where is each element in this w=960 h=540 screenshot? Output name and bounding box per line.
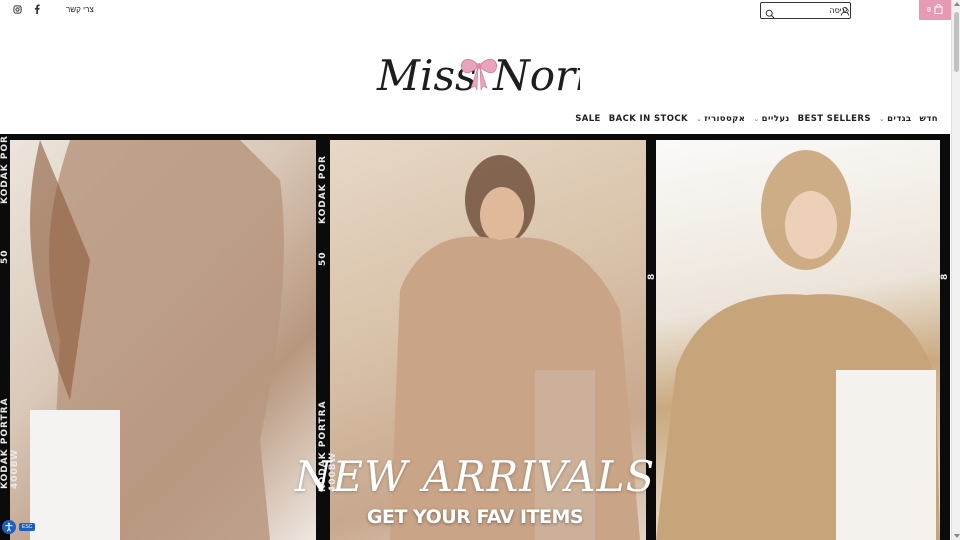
cart-count: 0 [927, 6, 931, 14]
nav-label: BEST SELLERS [797, 114, 871, 124]
cart-button[interactable]: 0 [919, 0, 951, 20]
film-edge-label: 50 [0, 249, 10, 264]
accessibility-icon[interactable] [2, 520, 16, 534]
logo-text-left: Miss [376, 51, 477, 100]
page-scrollbar[interactable] [951, 0, 960, 540]
film-edge-label: KODAK POR [318, 155, 328, 224]
film-edge-label: 50 [318, 251, 328, 266]
top-bar: צרי קשר 0 [0, 0, 951, 22]
instagram-icon[interactable] [12, 4, 22, 14]
search-input[interactable] [777, 4, 849, 17]
accessibility-widget[interactable]: ESC [2, 520, 36, 534]
scroll-up-arrow-icon[interactable] [954, 2, 960, 6]
nav-item-clothing[interactable]: ⌄ בגדים [879, 114, 912, 124]
nav-label: בגדים [887, 114, 912, 124]
nav-item-best-sellers[interactable]: BEST SELLERS [798, 114, 871, 124]
hero-title: NEW ARRIVALS [294, 452, 656, 501]
chevron-down-icon: ⌄ [753, 115, 760, 123]
nav-item-shoes[interactable]: ⌄ נעליים [753, 114, 789, 124]
facebook-icon[interactable] [32, 4, 42, 14]
social-links [12, 4, 42, 14]
nav-label: BACK IN STOCK [608, 114, 688, 124]
nav-label: חדש [919, 114, 938, 124]
nav-item-sale[interactable]: SALE [575, 114, 601, 124]
accessibility-esc-badge[interactable]: ESC [19, 523, 36, 531]
nav-label: SALE [575, 114, 601, 124]
chevron-down-icon: ⌄ [878, 115, 886, 123]
hero-banner[interactable]: KODAK POR KODAK POR 50 50 KODAK PORTRA 4… [0, 134, 950, 540]
nav-item-accessories[interactable]: ⌄ אקססוריז [696, 114, 745, 124]
user-icon[interactable] [840, 3, 850, 16]
film-edge-label: 8 [647, 272, 657, 280]
logo-text-right: Nori [492, 51, 580, 100]
nav-item-back-in-stock[interactable]: BACK IN STOCK [609, 114, 688, 124]
scroll-thumb[interactable] [954, 12, 959, 72]
site-logo[interactable]: Miss Nori [375, 40, 589, 102]
hero-subtitle: GET YOUR FAV ITEMS [366, 506, 584, 528]
film-edge-label: 8 [940, 272, 950, 280]
contact-link[interactable]: צרי קשר [66, 5, 94, 14]
logo-graphic: Miss Nori [376, 51, 589, 100]
nav-item-new[interactable]: חדש [920, 114, 938, 124]
film-edge-label: KODAK POR [0, 135, 10, 204]
nav-label: נעליים [761, 114, 790, 124]
search-icon[interactable] [765, 6, 775, 19]
main-nav: SALE BACK IN STOCK ⌄ אקססוריז ⌄ נעליים BES… [575, 114, 938, 124]
bag-icon [934, 3, 943, 16]
scroll-down-arrow-icon[interactable] [954, 534, 960, 538]
search-box[interactable] [760, 2, 851, 19]
nav-label: אקססוריז [704, 114, 746, 124]
chevron-down-icon: ⌄ [695, 115, 703, 123]
